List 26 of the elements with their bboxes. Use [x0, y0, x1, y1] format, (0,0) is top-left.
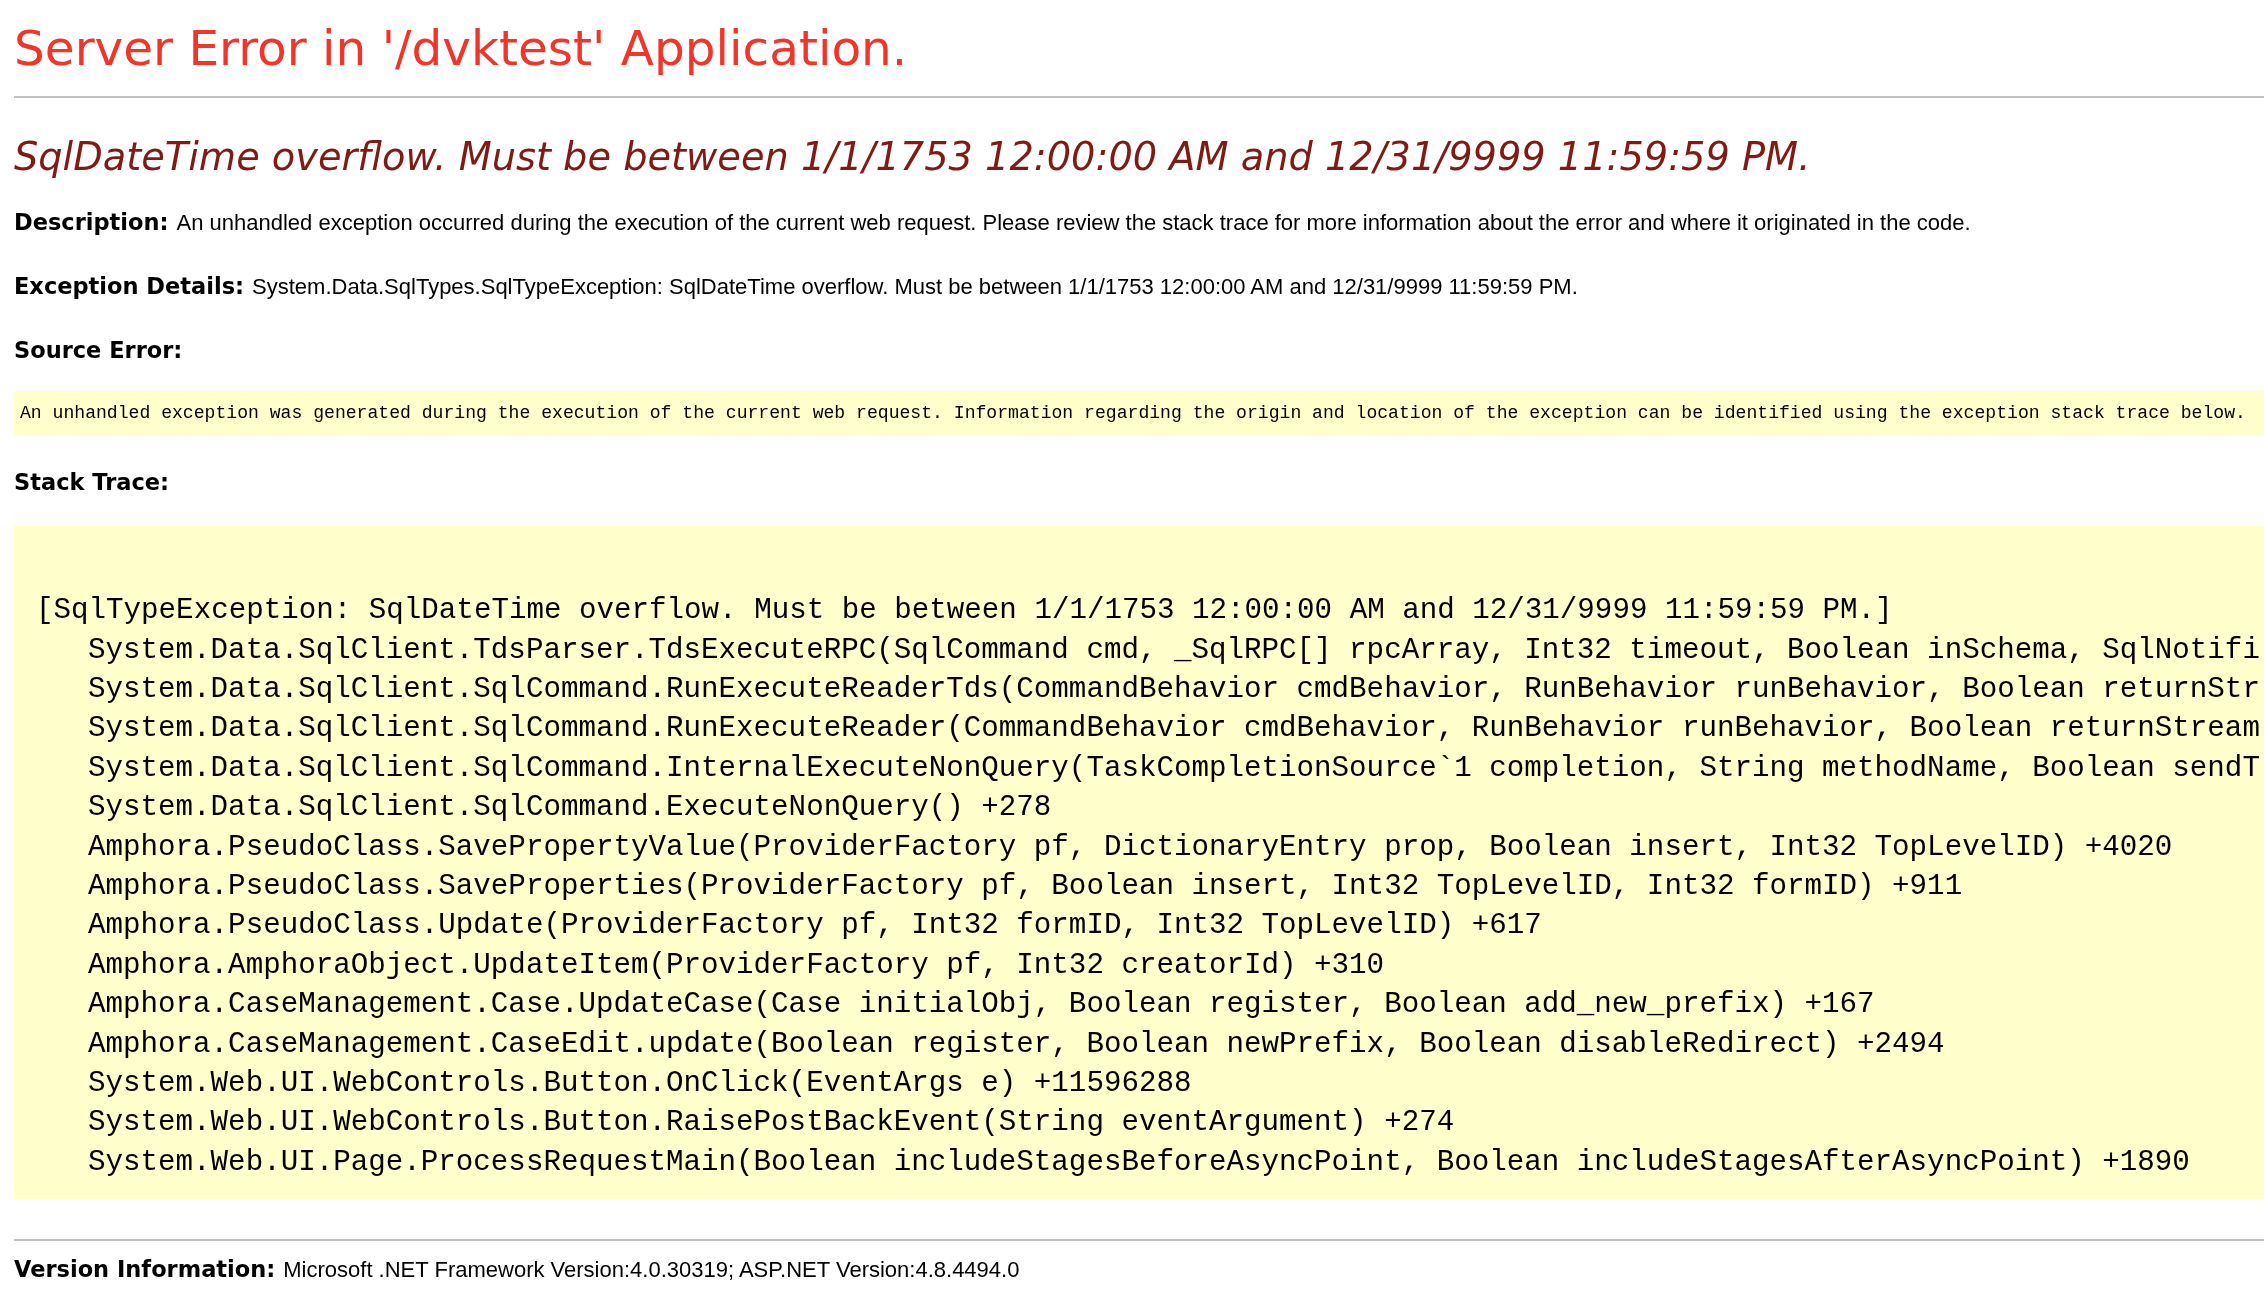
description-text: An unhandled exception occurred during the execution of the current web request. Please review the stack trace for more information about the error and where it originated in the code. — [176, 209, 1971, 237]
stack-trace-line: System.Data.SqlClient.SqlCommand.RunExecuteReaderTds(CommandBehavior cmdBehavior, RunBehavior runBehavior, Boolean returnStr — [88, 672, 2260, 706]
stack-trace-line: System.Data.SqlClient.SqlCommand.ExecuteNonQuery() +278 — [88, 791, 1052, 825]
stack-trace-line: Amphora.PseudoClass.Update(ProviderFactory pf, Int32 formID, Int32 TopLevelID) +617 — [88, 909, 1542, 943]
exception-details-text: System.Data.SqlTypes.SqlTypeException: SqlDateTime overflow. Must be between 1/1/1753 12:00:00 AM and 12/31/9999 11:59:59 PM. — [252, 272, 1578, 301]
stack-trace-line: System.Web.UI.Page.ProcessRequestMain(Boolean includeStagesBeforeAsyncPoint, Boolean includeStagesAfterAsyncPoint) +1890 — [88, 1145, 2190, 1179]
error-message: SqlDateTime overflow. Must be between 1/1/1753 12:00:00 AM and 12/31/9999 11:59:59 PM. — [14, 133, 1812, 181]
description-label: Description: — [14, 208, 169, 237]
stack-trace-line: Amphora.PseudoClass.SavePropertyValue(ProviderFactory pf, DictionaryEntry prop, Boolean insert, Int32 TopLevelID) +4020 — [88, 830, 2173, 864]
version-info-text: Microsoft .NET Framework Version:4.0.30319; ASP.NET Version:4.8.4494.0 — [283, 1256, 1020, 1285]
stack-trace-line: System.Web.UI.WebControls.Button.RaisePostBackEvent(String eventArgument) +274 — [88, 1106, 1455, 1140]
stack-trace-line: System.Data.SqlClient.TdsParser.TdsExecuteRPC(SqlCommand cmd, _SqlRPC[] rpcArray, Int32 timeout, Boolean inSchema, SqlNotifi — [88, 633, 2260, 667]
stack-trace-heading: Stack Trace: — [14, 469, 170, 496]
stack-trace-line: System.Data.SqlClient.SqlCommand.InternalExecuteNonQuery(TaskCompletionSource`1 completion, String methodName, Boolean sendT — [88, 751, 2260, 785]
source-error-heading: Source Error: — [14, 335, 184, 365]
stack-trace-line: [SqlTypeException: SqlDateTime overflow. Must be between 1/1/1753 12:00:00 AM and 12/31/9999 11:59:59 PM.] — [36, 594, 1893, 628]
version-info-label: Version Information: — [14, 1255, 276, 1285]
stack-trace-line: Amphora.AmphoraObject.UpdateItem(ProviderFactory pf, Int32 creatorId) +310 — [88, 948, 1385, 982]
stack-trace-line: System.Web.UI.WebControls.Button.OnClick(EventArgs e) +11596288 — [88, 1067, 1192, 1100]
stack-trace-line: System.Data.SqlClient.SqlCommand.RunExecuteReader(CommandBehavior cmdBehavior, RunBehavior runBehavior, Boolean returnStream — [88, 712, 2260, 746]
stack-trace-line: Amphora.CaseManagement.CaseEdit.update(Boolean register, Boolean newPrefix, Boolean disableRedirect) +2494 — [88, 1027, 1945, 1061]
exception-details-label: Exception Details: — [14, 271, 245, 301]
source-error-text: An unhandled exception was generated during the execution of the current web request. Information regarding the origin and location of the exception can be identified using the exception stack trace below. — [20, 403, 2246, 424]
page-title: Server Error in '/dvktest' Application. — [14, 19, 909, 78]
stack-trace-line: Amphora.PseudoClass.SaveProperties(ProviderFactory pf, Boolean insert, Int32 TopLevelID, Int32 formID) +911 — [88, 870, 1963, 903]
stack-trace-line: Amphora.CaseManagement.Case.UpdateCase(Case initialObj, Boolean register, Boolean add_new_prefix) +167 — [88, 988, 1875, 1022]
